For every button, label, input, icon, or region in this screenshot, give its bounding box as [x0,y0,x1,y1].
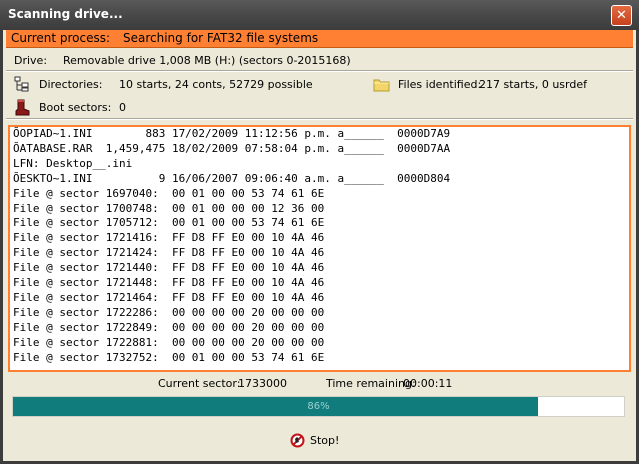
boot-icon [14,99,30,119]
drive-label: Drive: [14,54,48,67]
log-line: ÕATABASE.RAR 1,459,475 18/02/2009 07:58:… [13,141,451,155]
window-title: Scanning drive... [8,7,123,21]
time-remaining-value: 00:00:11 [403,377,453,390]
log-line: ÕOPIAD~1.INI 883 17/02/2009 11:12:56 p.m… [13,127,451,140]
log-line: File @ sector 1705712: 00 01 00 00 53 74… [13,216,325,230]
progress-bar: 86% [12,396,625,417]
log-line: File @ sector 1721416: FF D8 FF E0 00 10… [13,231,325,245]
current-sector-label: Current sector: [158,377,241,390]
window-body: Current process: Searching for FAT32 fil… [0,30,639,464]
directories-value: 10 starts, 24 conts, 52729 possible [119,78,313,91]
progress-text: 86% [307,401,330,412]
current-process-bar: Current process: Searching for FAT32 fil… [6,30,633,48]
close-icon: ✕ [616,8,627,23]
divider [6,118,633,120]
close-button[interactable]: ✕ [611,5,632,26]
directories-label: Directories: [39,78,103,91]
current-process-value: Searching for FAT32 file systems [123,31,319,45]
log-line: File @ sector 1721440: FF D8 FF E0 00 10… [13,261,325,275]
stop-icon [290,433,305,451]
current-sector-value: 1733000 [238,377,287,390]
log-line: LFN: Desktop__.ini [13,156,133,170]
log-line: File @ sector 1722286: 00 00 00 00 20 00… [13,305,325,319]
files-identified-value: 217 starts, 0 usrdef [479,78,587,91]
log-line: File @ sector 1700748: 00 01 00 00 00 12… [13,201,325,215]
log-line: File @ sector 1722881: 00 00 00 00 20 00… [13,335,325,349]
directory-tree-icon [14,76,30,95]
stop-button[interactable]: Stop! [286,430,342,452]
log-line: File @ sector 1721464: FF D8 FF E0 00 10… [13,290,325,304]
boot-sectors-value: 0 [119,101,126,114]
log-line: File @ sector 1721448: FF D8 FF E0 00 10… [13,276,325,290]
current-process-label: Current process: [11,31,111,45]
log-line: ÕESKTO~1.INI 9 16/06/2007 09:06:40 a.m. … [13,171,451,185]
scan-log[interactable]: ÕOPIAD~1.INI 883 17/02/2009 11:12:56 p.m… [8,125,631,372]
log-line: File @ sector 1722849: 00 00 00 00 20 00… [13,320,325,334]
drive-value: Removable drive 1,008 MB (H:) (sectors 0… [63,54,351,67]
files-identified-label: Files identified: [398,78,482,91]
stop-button-label: Stop! [310,434,340,447]
divider [6,70,633,72]
title-bar: Scanning drive... ✕ [0,0,639,30]
log-line: File @ sector 1697040: 00 01 00 00 53 74… [13,186,325,200]
log-line: File @ sector 1732752: 00 01 00 00 53 74… [13,350,325,364]
log-lines: ÕOPIAD~1.INI 883 17/02/2009 11:12:56 p.m… [10,127,629,366]
folder-icon [373,77,390,95]
log-line: File @ sector 1721424: FF D8 FF E0 00 10… [13,246,325,260]
boot-sectors-label: Boot sectors: [39,101,112,114]
